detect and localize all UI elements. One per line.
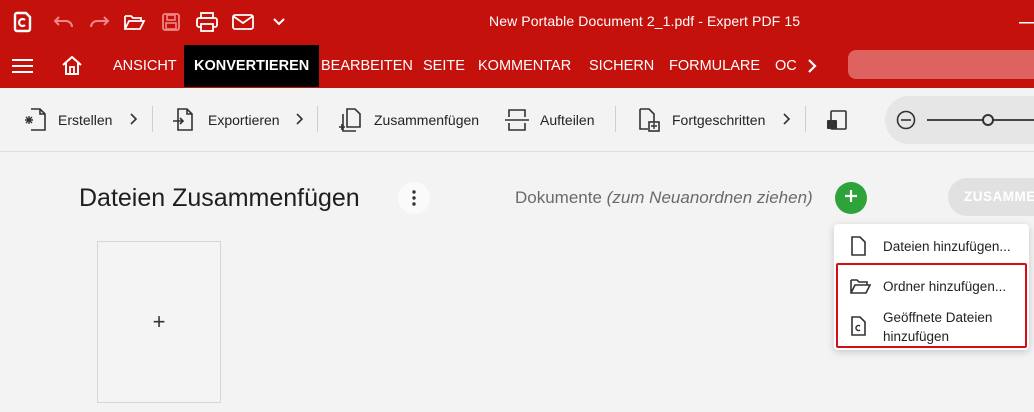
open-folder-icon[interactable] <box>122 9 148 35</box>
file-icon <box>850 236 866 261</box>
split-icon <box>504 107 530 133</box>
export-icon <box>172 107 198 133</box>
mail-icon[interactable] <box>230 9 256 35</box>
add-document-button[interactable] <box>835 182 867 214</box>
zoom-out-icon[interactable] <box>896 110 916 135</box>
ribbon-scroll-right-icon[interactable] <box>806 58 818 79</box>
merge-label: Zusammenfügen <box>374 112 480 128</box>
split-label: Aufteilen <box>540 112 595 128</box>
ribbon-menu-bar: ANSICHT KONVERTIEREN BEARBEITEN SEITE KO… <box>0 45 1034 88</box>
app-logo-icon <box>10 9 36 35</box>
advanced-chevron-icon[interactable] <box>781 112 791 131</box>
toolbar-divider <box>317 106 318 132</box>
zoom-slider-track[interactable] <box>927 119 1034 121</box>
hamburger-menu-icon[interactable] <box>12 57 34 80</box>
documents-hint: (zum Neuanordnen ziehen) <box>606 188 813 207</box>
redo-icon[interactable] <box>86 9 112 35</box>
add-file-card[interactable]: + <box>97 241 221 403</box>
toolbar-divider <box>805 106 806 132</box>
highlight-box <box>836 263 1027 348</box>
tab-sichern[interactable]: SICHERN <box>579 45 664 87</box>
create-button[interactable]: Erstellen <box>24 104 112 136</box>
add-file-plus: + <box>152 309 166 334</box>
menu-item-add-files[interactable]: Dateien hinzufügen... <box>834 232 1029 260</box>
split-button[interactable]: Aufteilen <box>504 104 594 136</box>
create-chevron-icon[interactable] <box>128 112 138 131</box>
toolbar-divider <box>615 106 616 132</box>
plus-icon <box>843 188 859 209</box>
home-icon[interactable] <box>61 55 83 82</box>
title-bar: New Portable Document 2_1.pdf - Expert P… <box>0 0 1034 45</box>
merge-files-icon <box>338 107 364 133</box>
more-options-icon[interactable] <box>398 182 430 214</box>
documents-label: Dokumente (zum Neuanordnen ziehen) <box>515 188 813 208</box>
documents-title: Dokumente <box>515 188 602 207</box>
page-title: Dateien Zusammenfügen <box>79 184 360 212</box>
export-chevron-icon[interactable] <box>294 112 304 131</box>
merge-button[interactable]: Zusammenfügen <box>338 104 479 136</box>
tab-bearbeiten[interactable]: BEARBEITEN <box>311 45 423 87</box>
page-view-icon <box>825 107 851 133</box>
advanced-tools-icon <box>636 107 662 133</box>
save-icon[interactable] <box>158 9 184 35</box>
tab-oc[interactable]: OC <box>765 45 799 87</box>
create-document-icon <box>24 107 48 133</box>
tab-kommentar[interactable]: KOMMENTAR <box>468 45 581 87</box>
menu-item-label: Dateien hinzufügen... <box>883 239 1011 254</box>
page-view-button[interactable] <box>825 104 851 136</box>
search-input[interactable] <box>848 50 1034 79</box>
quick-access-dropdown-icon[interactable] <box>268 9 290 35</box>
tab-formulare[interactable]: FORMULARE <box>659 45 770 87</box>
tab-konvertieren[interactable]: KONVERTIEREN <box>184 45 320 87</box>
tab-seite[interactable]: SEITE <box>413 45 475 87</box>
zoom-control <box>885 96 1034 144</box>
print-icon[interactable] <box>194 9 220 35</box>
undo-icon[interactable] <box>51 9 77 35</box>
toolbar: Erstellen Exportieren Zusammenfügen Auft… <box>0 88 1034 152</box>
tab-ansicht[interactable]: ANSICHT <box>103 45 187 87</box>
window-minimize-icon[interactable] <box>1016 13 1034 33</box>
create-label: Erstellen <box>58 112 113 128</box>
toolbar-divider <box>152 106 153 132</box>
export-button[interactable]: Exportieren <box>172 104 280 136</box>
window-title: New Portable Document 2_1.pdf - Expert P… <box>489 13 801 29</box>
advanced-label: Fortgeschritten <box>672 112 766 128</box>
export-label: Exportieren <box>208 112 280 128</box>
zoom-slider-thumb[interactable] <box>982 114 994 126</box>
advanced-button[interactable]: Fortgeschritten <box>636 104 765 136</box>
merge-submit-button[interactable]: ZUSAMME <box>948 178 1034 216</box>
